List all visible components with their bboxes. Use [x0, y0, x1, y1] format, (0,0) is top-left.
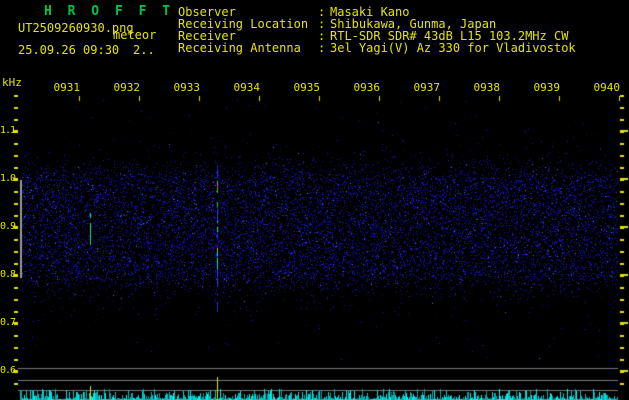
info-row: Receiving Antenna : 3el Yagi(V) Az 330 f… [0, 42, 629, 54]
freq-axis-unit: kHz [2, 76, 22, 89]
y-tick-label: 0.7 [0, 317, 16, 328]
x-tick-label: 0936 [353, 81, 381, 94]
y-tick-label: 0.9 [0, 221, 16, 232]
x-tick-label: 0931 [53, 81, 81, 94]
y-tick-label: 0.6 [0, 365, 16, 376]
y-tick-label: 0.8 [0, 269, 16, 280]
info-row: Observer : Masaki Kano [0, 6, 629, 18]
x-tick-label: 0937 [413, 81, 441, 94]
info-value: 3el Yagi(V) Az 330 for Vladivostok [330, 41, 576, 55]
info-label: Receiving Antenna [178, 41, 301, 55]
x-tick-label: 0933 [173, 81, 201, 94]
x-tick-label: 0939 [533, 81, 561, 94]
y-tick-label: 1.0 [0, 173, 16, 184]
spectrogram-canvas [0, 0, 629, 400]
hrofft-window: H R O F F T UT2509260930.png meteor 25.0… [0, 0, 629, 400]
x-tick-label: 0935 [293, 81, 321, 94]
info-separator: : [318, 41, 326, 55]
y-tick-label: 1.1 [0, 125, 16, 136]
x-tick-label: 0934 [233, 81, 261, 94]
x-tick-label: 0932 [113, 81, 141, 94]
x-tick-label: 0938 [473, 81, 501, 94]
x-tick-label: 0940 [593, 81, 621, 94]
